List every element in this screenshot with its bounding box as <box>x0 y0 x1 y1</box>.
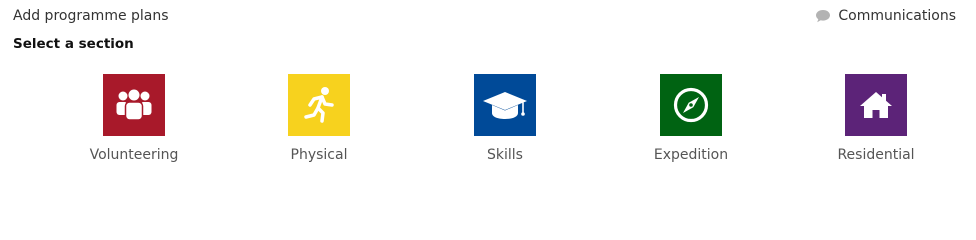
section-heading: Select a section <box>13 36 134 52</box>
section-tile-volunteering[interactable] <box>103 74 165 136</box>
section-physical[interactable]: Physical <box>254 74 384 169</box>
section-label-skills: Skills <box>487 147 523 163</box>
section-volunteering[interactable]: Volunteering <box>69 74 199 169</box>
speech-bubble-icon <box>815 8 831 24</box>
page-title: Add programme plans <box>13 8 169 24</box>
section-expedition[interactable]: Expedition <box>626 74 756 169</box>
section-label-expedition: Expedition <box>653 147 729 163</box>
house-icon <box>858 89 894 121</box>
compass-icon <box>672 86 710 124</box>
running-person-icon <box>301 86 337 124</box>
graduation-cap-icon <box>481 88 529 122</box>
section-residential[interactable]: Residential <box>811 74 941 169</box>
section-tile-physical[interactable] <box>288 74 350 136</box>
section-label-residential: Residential <box>837 147 915 163</box>
section-tile-residential[interactable] <box>845 74 907 136</box>
section-tile-expedition[interactable] <box>660 74 722 136</box>
section-tile-skills[interactable] <box>474 74 536 136</box>
communications-label: Communications <box>838 8 956 24</box>
section-label-physical: Physical <box>290 147 348 163</box>
section-skills[interactable]: Skills <box>440 74 570 169</box>
people-group-icon <box>114 88 154 122</box>
communications-link[interactable]: Communications <box>815 7 956 25</box>
section-list: Volunteering Physical Skills Expedition … <box>0 74 976 174</box>
section-label-volunteering: Volunteering <box>89 147 179 163</box>
